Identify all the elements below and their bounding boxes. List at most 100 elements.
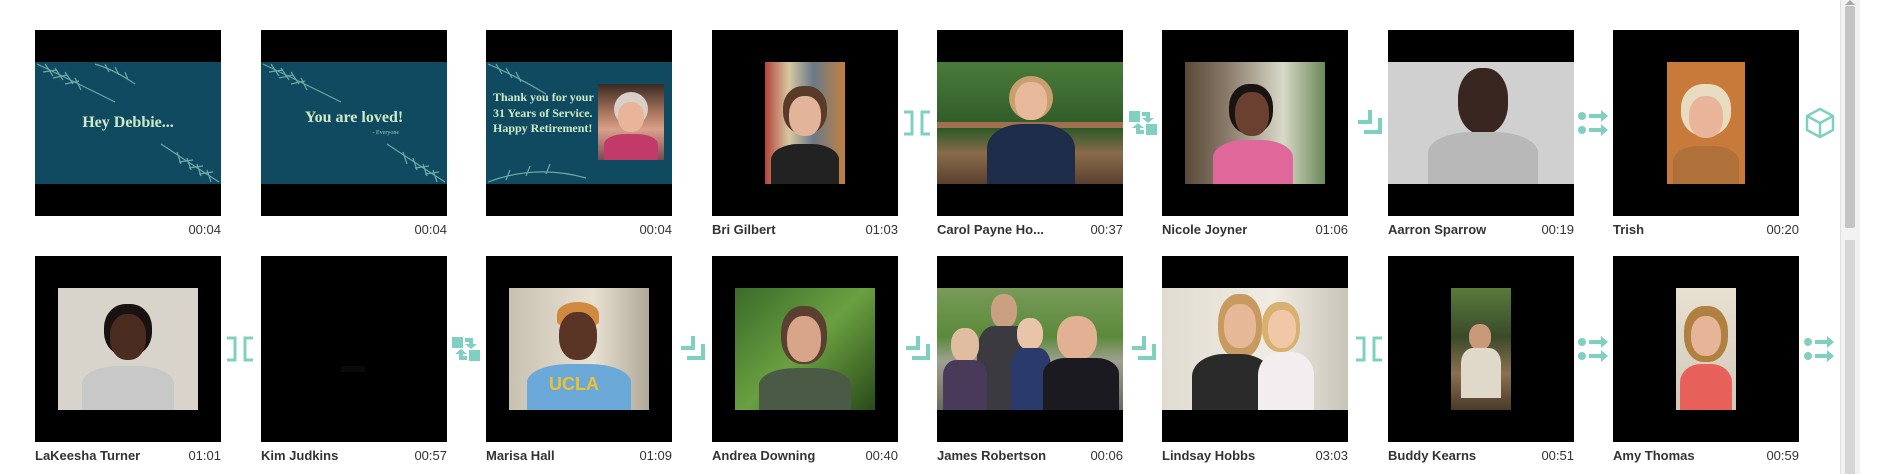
video-frame	[1162, 288, 1348, 410]
clip-name: Nicole Joyner	[1162, 222, 1248, 237]
transition-corner-icon[interactable]	[675, 332, 709, 366]
video-timeline: Hey Debbie... 00:04 You are loved! - Eve…	[0, 0, 1840, 474]
face-shape	[1057, 316, 1097, 360]
video-frame	[1667, 62, 1745, 184]
clip-caption: Aarron Sparrow 00:19	[1388, 222, 1574, 238]
scrollbar-track-lower[interactable]	[1845, 240, 1855, 474]
shirt-shape	[1043, 358, 1119, 410]
shirt-shape	[1673, 146, 1739, 184]
clip-caption: Nicole Joyner 01:06	[1162, 222, 1348, 238]
clip-name: Andrea Downing	[712, 448, 816, 463]
transition-bracket-icon[interactable]	[1352, 332, 1386, 366]
clip-name: Trish	[1613, 222, 1645, 237]
transition-dots-arrow-icon[interactable]	[1577, 332, 1611, 366]
clip-thumbnail[interactable]	[1613, 30, 1799, 216]
dots-arrow-icon	[1578, 336, 1608, 362]
clip-thumbnail[interactable]: Hey Debbie...	[35, 30, 221, 216]
slide-line: 31 Years of Service.	[493, 105, 593, 120]
corner-icon	[681, 336, 705, 360]
clip-name: Lindsay Hobbs	[1162, 448, 1256, 463]
clip-duration: 00:20	[1766, 222, 1799, 237]
clip-thumbnail[interactable]	[1162, 30, 1348, 216]
transition-dots-arrow-icon[interactable]	[1803, 332, 1837, 366]
clip-thumbnail[interactable]: Thank you for your 31 Years of Service. …	[486, 30, 672, 216]
corner-icon	[1132, 336, 1156, 360]
clip-thumbnail[interactable]	[937, 30, 1123, 216]
clip-name: Marisa Hall	[486, 448, 555, 463]
transition-bracket-icon[interactable]	[900, 106, 934, 140]
shirt-shape	[943, 360, 987, 410]
face-shape	[559, 312, 597, 360]
vertical-scrollbar[interactable]	[1840, 0, 1860, 474]
face-shape	[618, 102, 644, 132]
transition-bracket-icon[interactable]	[223, 332, 257, 366]
transition-dots-arrow-icon[interactable]	[1577, 106, 1611, 140]
clip-duration: 00:04	[639, 222, 672, 237]
video-frame	[1185, 62, 1325, 184]
video-frame	[765, 62, 845, 184]
shirt-shape	[1428, 132, 1538, 184]
video-frame	[937, 288, 1123, 410]
clip-caption: 00:04	[35, 222, 221, 238]
transition-swap-icon[interactable]	[449, 332, 483, 366]
clip-thumbnail[interactable]	[937, 256, 1123, 442]
clip-thumbnail[interactable]: You are loved! - Everyone	[261, 30, 447, 216]
clip-name: James Robertson	[937, 448, 1047, 463]
clip-thumbnail[interactable]	[1613, 256, 1799, 442]
clip-caption: Lindsay Hobbs 03:03	[1162, 448, 1348, 464]
face-shape	[110, 314, 146, 360]
transition-corner-icon[interactable]	[1352, 106, 1386, 140]
clip-duration: 00:06	[1090, 448, 1123, 463]
clip-caption: 00:04	[486, 222, 672, 238]
transition-swap-icon[interactable]	[1126, 106, 1160, 140]
clip-thumbnail[interactable]	[261, 256, 447, 442]
clip-name: LaKeesha Turner	[35, 448, 141, 463]
clip-duration: 00:04	[414, 222, 447, 237]
face-shape	[789, 96, 821, 136]
clip-thumbnail[interactable]: UCLA	[486, 256, 672, 442]
shirt-shape	[1461, 348, 1501, 398]
face-shape	[1689, 96, 1723, 138]
clip-duration: 01:03	[865, 222, 898, 237]
clip-duration: 01:06	[1315, 222, 1348, 237]
clip-thumbnail[interactable]	[712, 256, 898, 442]
slide-text: Thank you for your 31 Years of Service. …	[493, 90, 594, 137]
scroll-up-arrow-icon[interactable]	[1845, 0, 1855, 5]
transition-cube-icon[interactable]	[1803, 106, 1837, 140]
clip-thumbnail[interactable]	[1388, 30, 1574, 216]
clip-duration: 00:51	[1541, 448, 1574, 463]
slide-title: Hey Debbie...	[82, 113, 174, 131]
video-frame	[735, 288, 875, 410]
slide-title: You are loved!	[304, 109, 404, 127]
clip-thumbnail[interactable]	[1162, 256, 1348, 442]
clip-thumbnail[interactable]	[35, 256, 221, 442]
portrait-photo	[598, 84, 664, 160]
face-shape	[1017, 318, 1043, 350]
dots-arrow-icon	[1578, 110, 1608, 136]
shirt-shape	[1680, 364, 1732, 410]
clip-duration: 03:03	[1315, 448, 1348, 463]
clip-caption: Kim Judkins 00:57	[261, 448, 447, 464]
corner-icon	[906, 336, 930, 360]
scrollbar-thumb[interactable]	[1845, 6, 1855, 228]
transition-corner-icon[interactable]	[1126, 332, 1160, 366]
shirt-shape	[771, 144, 839, 184]
clip-caption: Trish 00:20	[1613, 222, 1799, 238]
face-shape	[1691, 316, 1721, 356]
clip-caption: James Robertson 00:06	[937, 448, 1123, 464]
bracket-icon	[904, 110, 930, 136]
leaf-decoration-icon	[487, 163, 587, 183]
clip-thumbnail[interactable]	[1388, 256, 1574, 442]
video-frame: UCLA	[509, 288, 649, 410]
video-frame	[1451, 288, 1511, 410]
slide-frame: Thank you for your 31 Years of Service. …	[486, 62, 672, 184]
clip-thumbnail[interactable]	[712, 30, 898, 216]
transition-corner-icon[interactable]	[900, 332, 934, 366]
face-shape	[951, 328, 979, 362]
clip-duration: 01:09	[639, 448, 672, 463]
dots-arrow-icon	[1804, 336, 1834, 362]
shirt-shape	[987, 124, 1075, 184]
swap-icon	[452, 337, 480, 361]
slide-line: Thank you for your	[493, 90, 594, 104]
slide-text: Hey Debbie...	[35, 62, 221, 184]
